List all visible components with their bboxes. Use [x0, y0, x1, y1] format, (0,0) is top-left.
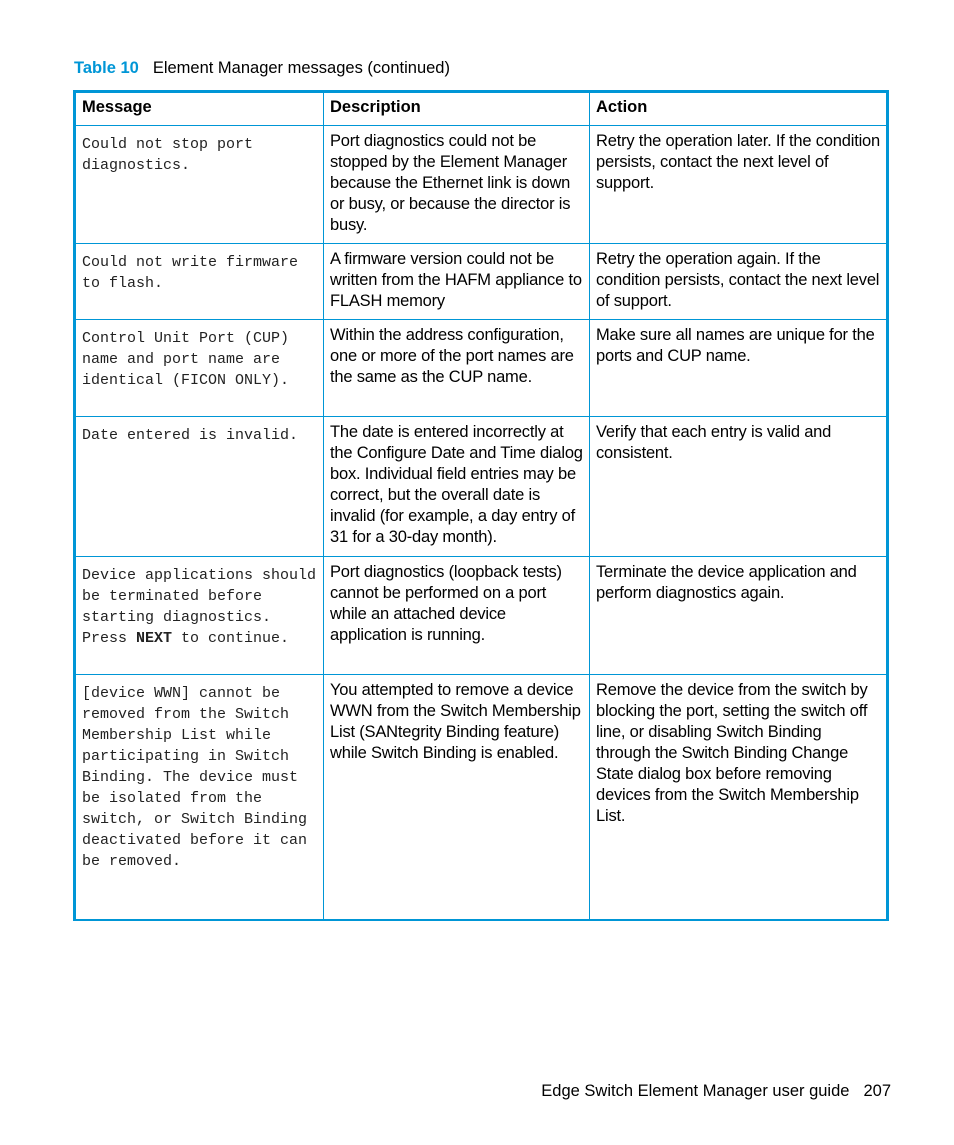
- page-footer: Edge Switch Element Manager user guide 20…: [541, 1082, 891, 1101]
- message-cell: Could not write firmware to flash.: [74, 243, 324, 320]
- table-title: Element Manager messages (continued): [152, 59, 450, 77]
- messages-table: Message Description Action Could not sto…: [73, 90, 889, 921]
- table-caption: Table 10 Element Manager messages (contin…: [74, 59, 450, 78]
- message-cell: Date entered is invalid.: [74, 416, 324, 557]
- action-cell: Verify that each entry is valid and cons…: [589, 416, 888, 557]
- table-row: [device WWN] cannot be removed from the …: [74, 674, 888, 920]
- description-cell: Port diagnostics (loopback tests) cannot…: [323, 556, 590, 675]
- column-header-description: Description: [323, 91, 590, 126]
- column-header-message: Message: [74, 91, 324, 126]
- description-cell: Port diagnostics could not be stopped by…: [323, 125, 590, 244]
- table-row: Could not stop port diagnostics. Port di…: [74, 125, 888, 244]
- guide-title: Edge Switch Element Manager user guide: [541, 1082, 850, 1100]
- table-row: Date entered is invalid. The date is ent…: [74, 416, 888, 557]
- message-cell: Device applications should be terminated…: [74, 556, 324, 675]
- message-cell: Could not stop port diagnostics.: [74, 125, 324, 244]
- table-row: Could not write firmware to flash. A fir…: [74, 243, 888, 320]
- action-cell: Remove the device from the switch by blo…: [589, 674, 888, 920]
- action-cell: Retry the operation again. If the condit…: [589, 243, 888, 320]
- action-cell: Retry the operation later. If the condit…: [589, 125, 888, 244]
- description-cell: You attempted to remove a device WWN fro…: [323, 674, 590, 920]
- message-cell: Control Unit Port (CUP) name and port na…: [74, 319, 324, 417]
- table-number: Table 10: [74, 59, 139, 77]
- table-row: Device applications should be terminated…: [74, 556, 888, 675]
- description-cell: The date is entered incorrectly at the C…: [323, 416, 590, 557]
- description-cell: Within the address configuration, one or…: [323, 319, 590, 417]
- description-cell: A firmware version could not be written …: [323, 243, 590, 320]
- table-row: Control Unit Port (CUP) name and port na…: [74, 319, 888, 417]
- next-keyword: NEXT: [136, 630, 173, 647]
- table-header-row: Message Description Action: [74, 91, 888, 126]
- page-number: 207: [863, 1082, 891, 1100]
- action-cell: Make sure all names are unique for the p…: [589, 319, 888, 417]
- action-cell: Terminate the device application and per…: [589, 556, 888, 675]
- message-text: to continue.: [172, 630, 290, 647]
- message-cell: [device WWN] cannot be removed from the …: [74, 674, 324, 920]
- column-header-action: Action: [589, 91, 888, 126]
